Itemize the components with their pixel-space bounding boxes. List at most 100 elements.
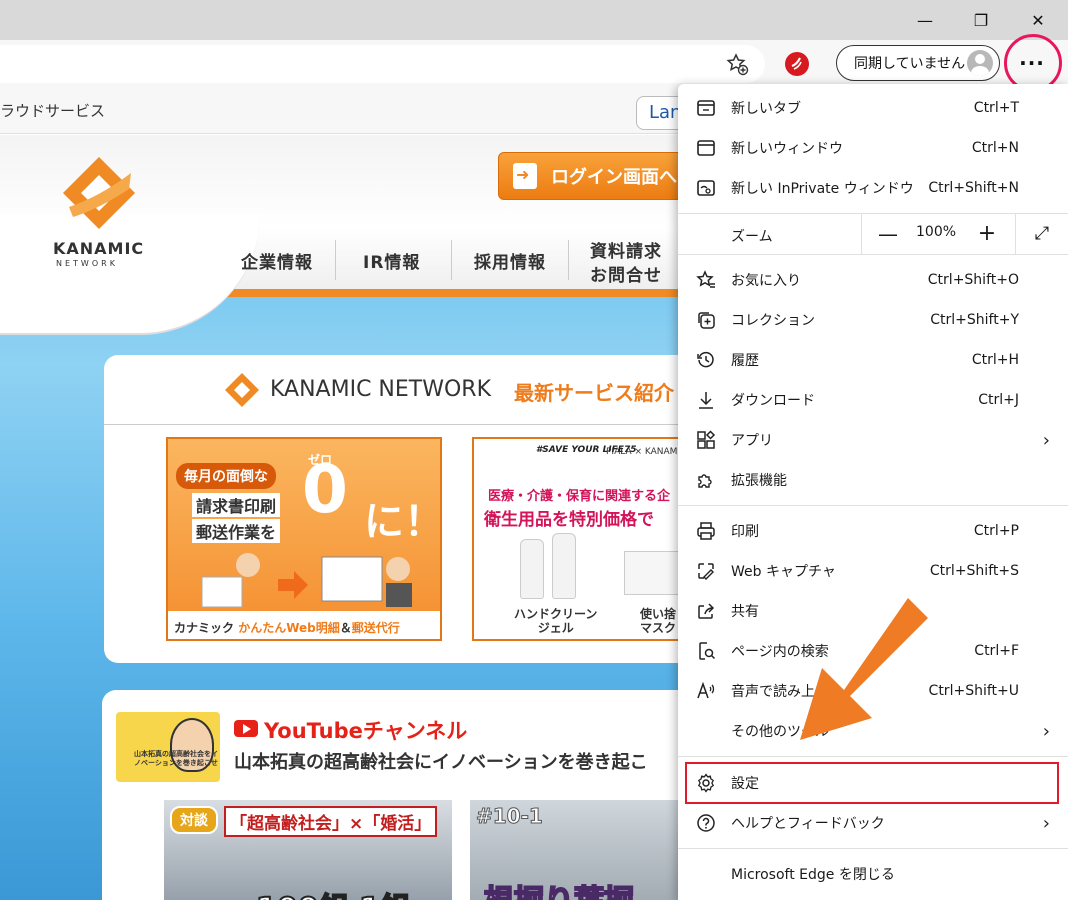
menu-item-new-window[interactable]: 新しいウィンドウ Ctrl+N [678,128,1068,168]
menu-item-collections[interactable]: コレクション Ctrl+Shift+Y [678,300,1068,340]
menu-item-shortcut: Ctrl+Shift+U [928,683,1019,699]
youtube-icon [234,720,258,737]
video-thumbnail[interactable]: 対談 「超高齢社会」×「婚活」 100組 1組 [164,800,452,900]
brand-name: KANAMIC NETWORK [270,377,491,402]
banner-caption-and: ＆ [339,621,352,635]
banner-pill: 毎月の面倒な [176,463,276,489]
nav-ir[interactable]: IR情報 [363,248,420,273]
menu-item-apps[interactable]: アプリ › [678,420,1068,460]
find-in-page-icon [695,640,717,662]
menu-item-label: Web キャプチャ [731,564,836,580]
restore-icon: ❐ [973,10,989,30]
web-statement-banner[interactable]: 毎月の面倒な 請求書印刷 郵送作業を ゼロ 0 に！ カナミック かんたんWeb… [166,437,442,641]
menu-item-shortcut: Ctrl+P [973,523,1019,539]
menu-item-help-feedback[interactable]: ヘルプとフィードバック › [678,803,1068,843]
new-tab-icon [695,97,717,119]
product-caption-line: 使い捨 [640,607,677,621]
thumbnail-tag: #10-1 [476,804,544,829]
share-icon [695,600,717,622]
menu-item-label: アプリ [731,433,773,449]
close-icon: ✕ [1031,10,1045,30]
menu-item-inprivate-window[interactable]: 新しい InPrivate ウィンドウ Ctrl+Shift+N [678,168,1068,208]
help-icon [695,812,717,834]
banner-caption-highlight: かんたんWeb明細 [238,621,340,635]
channel-avatar: 山本拓真の超高齢社会をイノベーションを巻き起こせ [116,712,220,782]
menu-item-shortcut: Ctrl+F [974,643,1019,659]
service-card: KANAMIC NETWORK 最新サービス紹介 毎月の面倒な 請求書印刷 郵送… [104,355,704,663]
menu-item-downloads[interactable]: ダウンロード Ctrl+J [678,380,1068,420]
nav-contact[interactable]: お問合せ [590,261,662,286]
menu-item-shortcut: Ctrl+Shift+Y [930,312,1019,328]
nav-company[interactable]: 企業情報 [241,248,313,273]
menu-separator [678,848,1068,849]
history-icon [695,349,717,371]
youtube-card: 山本拓真の超高齢社会をイノベーションを巻き起こせ YouTubeチャンネル 山本… [102,690,702,900]
banner-ni: に！ [364,499,442,545]
logo-subtext: NETWORK [56,259,118,268]
piala-logo: PIALA × KANAMIC [606,447,687,457]
product-caption-line: ジェル [537,621,574,635]
kanamic-logo-icon[interactable] [55,153,143,243]
menu-item-label: 履歴 [731,353,759,369]
channel-avatar-text: 山本拓真の超高齢社会をイノベーションを巻き起こせ [134,750,218,767]
extension-icon[interactable] [785,52,809,76]
service-card-header: KANAMIC NETWORK 最新サービス紹介 [104,355,704,425]
menu-item-history[interactable]: 履歴 Ctrl+H [678,340,1068,380]
inprivate-icon [695,177,717,199]
fullscreen-icon: ⤢ [1034,223,1050,244]
kanamic-mini-logo-icon [225,373,259,407]
banner-caption-highlight: 郵送代行 [351,621,400,635]
chevron-right-icon: › [1042,720,1050,742]
logo-text: KANAMIC [53,239,145,258]
favorites-icon [695,269,717,291]
zoom-in-button[interactable]: + [973,220,1001,248]
hygiene-products-banner[interactable]: #SAVE YOUR LIFE75 PIALA × KANAMIC 医療・介護・… [472,437,704,641]
office-illustration-icon [201,553,412,608]
chevron-right-icon: › [1042,429,1050,451]
favorites-bar-item[interactable]: ラウドサービス [0,100,105,121]
bottle-icon [552,533,576,599]
profile-sync-button[interactable]: 同期していません [836,45,1000,81]
nav-document-request[interactable]: 資料請求 [590,237,662,262]
service-heading: 最新サービス紹介 [514,381,674,405]
apps-icon [695,429,717,451]
login-button[interactable]: ログイン画面へ [498,152,698,200]
minus-icon: — [878,222,898,246]
thumbnail-caption: 100組 1組 [255,884,411,900]
zoom-label: ズーム [731,229,773,245]
read-aloud-icon [695,680,717,702]
menu-item-label: 新しいウィンドウ [731,141,843,157]
menu-item-label: ヘルプとフィードバック [731,816,885,832]
menu-item-shortcut: Ctrl+H [971,352,1019,368]
menu-item-label: 共有 [731,604,759,620]
address-bar[interactable] [0,45,765,83]
menu-item-close-edge[interactable]: Microsoft Edge を閉じる [678,854,1068,894]
menu-item-favorites[interactable]: お気に入り Ctrl+Shift+O [678,260,1068,300]
product-caption: 使い捨 マスク [640,607,676,635]
nav-divider [335,240,336,280]
video-thumbnail[interactable]: #10-1 根掘り葉掘 [470,800,702,900]
nav-recruit[interactable]: 採用情報 [474,248,546,273]
extensions-icon [695,469,717,491]
maximize-button[interactable]: ❐ [956,0,1006,40]
menu-item-extensions[interactable]: 拡張機能 [678,460,1068,500]
minimize-button[interactable]: — [900,0,950,40]
banner-caption-prefix: カナミック [174,621,239,635]
print-icon [695,520,717,542]
thumbnail-tag: 対談 [170,806,218,834]
fullscreen-button[interactable]: ⤢ [1028,220,1056,248]
login-label: ログイン画面へ [551,167,677,188]
zoom-out-button[interactable]: — [874,220,902,248]
menu-item-shortcut: Ctrl+J [978,392,1019,408]
menu-item-print[interactable]: 印刷 Ctrl+P [678,511,1068,551]
menu-item-shortcut: Ctrl+Shift+S [929,563,1019,579]
product-caption-line: ハンドクリーン [514,607,598,621]
avatar-icon [967,50,993,76]
chevron-right-icon: › [1042,812,1050,834]
menu-item-web-capture[interactable]: Web キャプチャ Ctrl+Shift+S [678,551,1068,591]
star-plus-icon[interactable] [725,52,749,76]
youtube-title[interactable]: YouTubeチャンネル [264,715,467,745]
menu-separator [678,756,1068,757]
banner-caption: カナミック かんたんWeb明細＆郵送代行 [168,611,440,639]
menu-item-new-tab[interactable]: 新しいタブ Ctrl+T [678,88,1068,128]
